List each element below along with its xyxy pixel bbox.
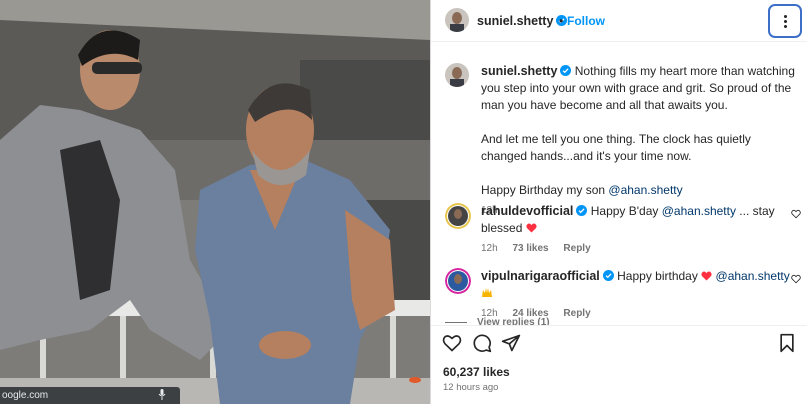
post-actions: 60,237 likes 12 hours ago [431, 325, 807, 404]
avatar-image [445, 268, 471, 294]
comment-icon[interactable] [472, 333, 492, 353]
post-side-panel: suniel.shetty • Follow suniel.shetty Not… [430, 0, 807, 404]
post-photo[interactable]: oogle.com [0, 0, 430, 404]
caption-paragraph-3: Happy Birthday my son [481, 183, 609, 197]
avatar-image [445, 8, 469, 32]
like-comment-icon[interactable] [791, 209, 801, 219]
save-bookmark-icon[interactable] [777, 333, 797, 353]
author-username[interactable]: suniel.shetty [477, 14, 568, 28]
red-heart-emoji-icon [701, 271, 712, 281]
comment-mention[interactable]: @ahan.shetty [716, 269, 790, 283]
caption-text: suniel.shetty Nothing fills my heart mor… [481, 63, 795, 199]
like-comment-icon[interactable] [791, 274, 801, 284]
comment-likes[interactable]: 73 likes [512, 243, 548, 254]
verified-icon [602, 270, 614, 281]
caption-mention[interactable]: @ahan.shetty [608, 183, 682, 197]
separator-dot: • [559, 14, 564, 28]
post-caption: suniel.shetty Nothing fills my heart mor… [445, 63, 795, 216]
like-heart-icon[interactable] [442, 333, 462, 353]
raising-hands-emoji-icon [482, 288, 492, 297]
comment-meta: 12h 73 likes Reply [481, 243, 795, 254]
comment-body: Happy birthday [617, 269, 702, 283]
comment-body: Happy B'day [590, 204, 662, 218]
reply-button[interactable]: Reply [563, 308, 590, 319]
caption-username[interactable]: suniel.shetty [481, 64, 557, 78]
more-options-button[interactable] [768, 4, 802, 38]
comment-avatar[interactable] [445, 203, 471, 229]
post-timestamp[interactable]: 12 hours ago [443, 382, 498, 393]
comment-username[interactable]: vipulnarigaraofficial [481, 269, 600, 283]
comment-avatar[interactable] [445, 268, 471, 294]
comment-text: vipulnarigaraofficial Happy birthday @ah… [481, 268, 795, 302]
verified-icon [560, 65, 572, 76]
caption-paragraph-2: And let me tell you one thing. The clock… [481, 132, 751, 163]
reply-button[interactable]: Reply [563, 243, 590, 254]
more-dot-icon [784, 20, 787, 23]
caption-avatar[interactable] [445, 63, 469, 87]
comment-username[interactable]: rahuldevofficial [481, 204, 573, 218]
author-avatar[interactable] [445, 8, 469, 32]
google-bar-text: oogle.com [2, 390, 49, 401]
verified-icon [576, 205, 588, 216]
comment-mention[interactable]: @ahan.shetty [662, 204, 736, 218]
comment-text: rahuldevofficial Happy B'day @ahan.shett… [481, 203, 795, 237]
comments-scroll-area[interactable]: suniel.shetty Nothing fills my heart mor… [431, 43, 807, 325]
comment-item: vipulnarigaraofficial Happy birthday @ah… [445, 268, 801, 319]
avatar-image [445, 63, 469, 87]
more-dot-icon [784, 25, 787, 28]
post-likes-count[interactable]: 60,237 likes [443, 365, 510, 379]
mic-icon[interactable] [158, 389, 166, 400]
view-replies-button[interactable]: View replies (1) [477, 317, 550, 325]
follow-button[interactable]: Follow [567, 14, 605, 28]
more-dot-icon [784, 15, 787, 18]
post-image [0, 0, 430, 404]
share-send-icon[interactable] [501, 333, 521, 353]
comment-time[interactable]: 12h [481, 243, 498, 254]
red-heart-emoji-icon [526, 223, 537, 233]
avatar-image [445, 203, 471, 229]
post-header: suniel.shetty • Follow [431, 0, 807, 42]
google-search-bar[interactable]: oogle.com [0, 387, 180, 404]
comment-item: rahuldevofficial Happy B'day @ahan.shett… [445, 203, 801, 254]
